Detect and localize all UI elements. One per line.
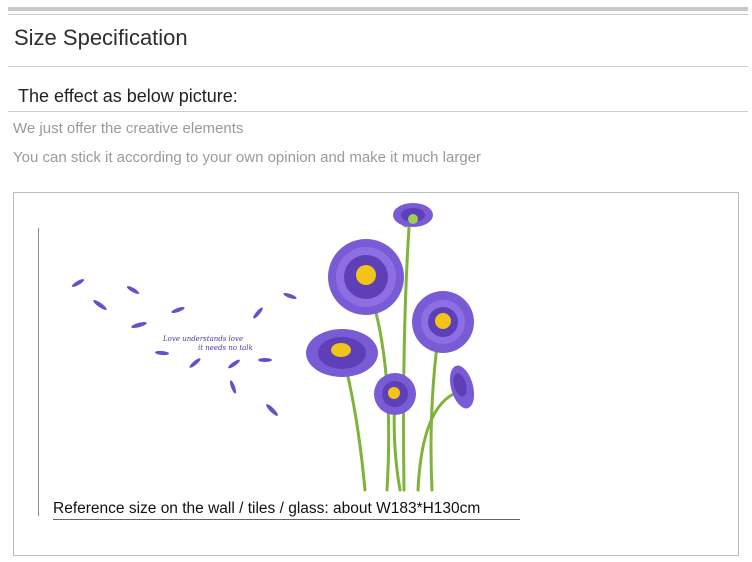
flying-petals <box>71 279 297 416</box>
reference-size-caption: Reference size on the wall / tiles / gla… <box>53 500 481 517</box>
top-divider-thick <box>8 7 748 11</box>
daisy-left <box>306 329 378 377</box>
top-divider-thin <box>8 14 748 15</box>
section-subtitle: The effect as below picture: <box>18 86 238 106</box>
subtitle-divider <box>8 111 748 112</box>
note-stick-larger: You can stick it according to your own o… <box>13 149 482 166</box>
artwork-script-line1: Love understands love <box>162 335 243 343</box>
daisy-bud-top <box>393 203 433 227</box>
daisy-right-middle <box>412 291 474 353</box>
daisy-wall-sticker-artwork: Love understands love it needs no talk <box>71 203 475 492</box>
page-title: Size Specification <box>14 25 188 50</box>
daisy-small-center <box>374 373 416 415</box>
note-creative-elements: We just offer the creative elements <box>13 120 244 137</box>
daisy-large-top <box>328 239 404 315</box>
wall-edge-line <box>38 228 39 516</box>
caption-underline <box>53 519 520 520</box>
artwork-script-line2: it needs no talk <box>198 344 253 352</box>
daisy-side-right <box>449 365 475 409</box>
title-divider <box>8 66 748 67</box>
